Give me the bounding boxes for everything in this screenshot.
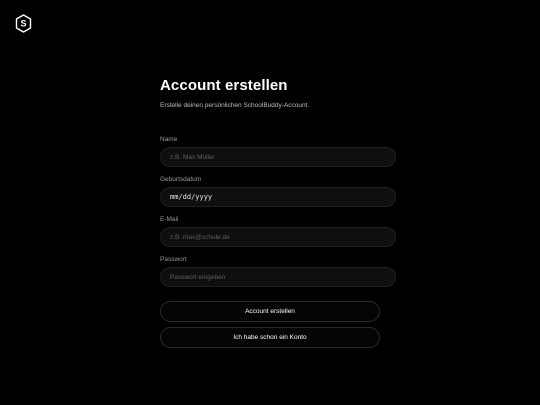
birthdate-field: Geburtsdatum mm/dd/yyyy — [160, 175, 396, 207]
shield-s-logo-icon: S — [15, 14, 32, 33]
name-label: Name — [160, 136, 178, 143]
page-title: Account erstellen — [160, 77, 288, 94]
password-field: Passwort Passwort eingeben — [160, 255, 396, 287]
logo-letter: S — [20, 19, 26, 29]
have-account-button[interactable]: Ich habe schon ein Konto — [160, 327, 380, 348]
birthdate-label: Geburtsdatum — [160, 176, 202, 183]
signup-page: S Account erstellen Erstelle deinen pers… — [0, 0, 540, 405]
create-account-button[interactable]: Account erstellen — [160, 301, 380, 322]
signup-form: Account erstellen Erstelle deinen persön… — [160, 76, 396, 348]
email-label: E-Mail — [160, 216, 179, 223]
email-field: E-Mail z.B. max@schule.de — [160, 215, 396, 247]
email-input[interactable]: z.B. max@schule.de — [160, 227, 396, 247]
name-input[interactable]: z.B. Max Müller — [160, 147, 396, 167]
birthdate-input[interactable]: mm/dd/yyyy — [160, 187, 396, 207]
name-field: Name z.B. Max Müller — [160, 135, 396, 167]
password-input[interactable]: Passwort eingeben — [160, 267, 396, 287]
password-label: Passwort — [160, 256, 187, 263]
page-subtitle: Erstelle deinen persönlichen SchoolBuddy… — [160, 102, 310, 109]
